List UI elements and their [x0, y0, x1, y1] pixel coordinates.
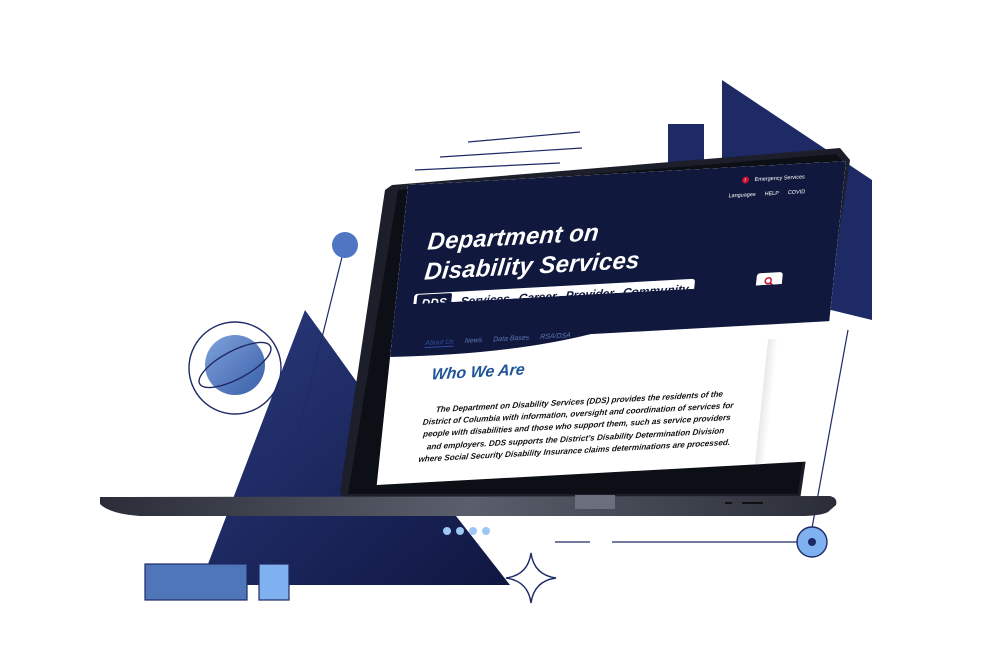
emergency-services-link[interactable]: ! Emergency Services — [741, 173, 806, 184]
utility-links: Languages HELP COVID — [728, 189, 805, 199]
emergency-label: Emergency Services — [754, 173, 806, 183]
subnav-about-us[interactable]: About Us — [424, 338, 455, 349]
main-content: Who We Are The Department on Disability … — [377, 333, 828, 485]
section-title: Who We Are — [430, 361, 526, 384]
exclamation-icon: ! — [741, 176, 749, 184]
covid-link[interactable]: COVID — [788, 189, 806, 196]
website-view: ! Emergency Services Languages HELP COVI… — [376, 161, 847, 486]
subnav-news[interactable]: News — [464, 337, 482, 346]
languages-link[interactable]: Languages — [728, 192, 756, 199]
laptop-screen: ! Emergency Services Languages HELP COVI… — [0, 0, 1000, 666]
about-paragraph: The Department on Disability Services (D… — [404, 387, 749, 466]
help-link[interactable]: HELP — [764, 191, 779, 198]
subnav-rsa-dsa[interactable]: RSA/DSA — [540, 332, 571, 342]
site-title: Department on Disability Services — [423, 216, 644, 288]
